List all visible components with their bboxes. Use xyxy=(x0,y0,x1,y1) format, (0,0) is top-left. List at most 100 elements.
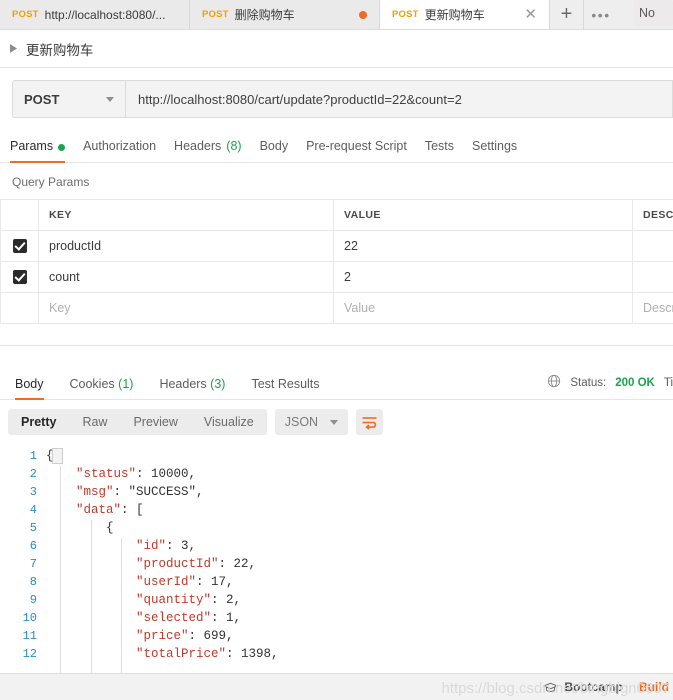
code-lines-container: 1 {2 "status": 10000, 3 "msg": "SUCCESS", 4… xyxy=(0,447,673,663)
code-text: "selected": 1, xyxy=(136,611,242,625)
param-description-cell[interactable] xyxy=(632,230,673,262)
param-description-cell[interactable] xyxy=(632,261,673,293)
tab-settings[interactable]: Settings xyxy=(468,139,531,162)
tab-body[interactable]: Body xyxy=(256,139,303,162)
code-line: 5 { xyxy=(0,519,673,537)
chevron-right-icon[interactable]: ▶ xyxy=(10,42,17,56)
tab-title: 删除购物车 xyxy=(234,8,295,22)
line-number: 3 xyxy=(29,485,37,499)
tab-label: Settings xyxy=(472,139,518,153)
request-tab-3[interactable]: POST 更新购物车 ✕ xyxy=(380,0,550,29)
tab-method-label: POST xyxy=(392,9,419,20)
param-value-cell[interactable]: 22 xyxy=(333,230,633,262)
format-label: JSON xyxy=(284,415,319,429)
line-number: 2 xyxy=(29,467,37,481)
tab-label: Headers xyxy=(159,377,207,391)
line-number: 10 xyxy=(22,611,37,625)
tab-pre-request-script[interactable]: Pre-request Script xyxy=(302,139,421,162)
tab-method-label: POST xyxy=(12,9,39,20)
tab-method-label: POST xyxy=(202,9,229,20)
code-line: 4 "data": [ xyxy=(0,501,673,519)
ellipsis-icon[interactable]: ••• xyxy=(584,0,618,29)
checkbox-checked-icon[interactable] xyxy=(12,270,27,285)
http-method-select[interactable]: POST xyxy=(12,80,125,118)
indent-guide xyxy=(91,520,92,676)
param-key-cell[interactable]: count xyxy=(38,261,334,293)
param-value-cell[interactable]: 2 xyxy=(333,261,633,293)
tab-label: Headers xyxy=(174,139,222,153)
response-body-code[interactable]: 1 {2 "status": 10000, 3 "msg": "SUCCESS", 4… xyxy=(0,444,673,676)
request-tab-2[interactable]: POST 删除购物车 xyxy=(190,0,380,29)
query-params-label: Query Params xyxy=(12,175,90,189)
tab-label: Tests xyxy=(424,139,454,153)
code-text: { xyxy=(46,521,114,535)
tab-response-cookies[interactable]: Cookies (1) xyxy=(57,377,147,399)
tab-title: 更新购物车 xyxy=(424,8,485,22)
param-key-placeholder[interactable]: Key xyxy=(38,292,334,324)
pane-splitter[interactable] xyxy=(0,345,673,369)
tab-authorization[interactable]: Authorization xyxy=(79,139,170,162)
code-text: "msg": "SUCCESS", xyxy=(76,485,204,499)
request-tab-1[interactable]: POST http://localhost:8080/... xyxy=(0,0,190,29)
header-checkbox-cell xyxy=(0,199,39,231)
unsaved-dot-icon xyxy=(359,10,367,19)
line-number: 1 xyxy=(29,449,37,463)
code-fold-marker[interactable] xyxy=(52,448,63,464)
param-key-cell[interactable]: productId xyxy=(38,230,334,262)
tab-params[interactable]: Params xyxy=(10,139,79,163)
row-checkbox-cell[interactable] xyxy=(0,230,39,262)
response-meta: Status: 200 OK Ti xyxy=(547,374,673,399)
code-text: "quantity": 2, xyxy=(136,593,242,607)
table-row[interactable]: productId 22 xyxy=(0,230,673,262)
code-text: "price": 699, xyxy=(136,629,234,643)
view-mode-visualize[interactable]: Visualize xyxy=(191,409,267,435)
tab-test-results[interactable]: Test Results xyxy=(238,377,332,399)
tab-tests[interactable]: Tests xyxy=(421,139,468,162)
table-row[interactable]: count 2 xyxy=(0,261,673,293)
status-bar: https://blog.csdn.net/bingbign0607 Bootc… xyxy=(0,673,673,700)
line-number: 8 xyxy=(29,575,37,589)
close-icon[interactable]: ✕ xyxy=(524,7,537,22)
column-header-description: DESCRI xyxy=(632,199,673,231)
build-link[interactable]: Build xyxy=(639,680,669,694)
new-tab-button[interactable]: + xyxy=(550,0,584,29)
table-row-empty[interactable]: Key Value Descri xyxy=(0,292,673,324)
param-value-placeholder[interactable]: Value xyxy=(333,292,633,324)
line-number: 12 xyxy=(22,647,37,661)
line-number: 11 xyxy=(22,629,37,643)
tab-badge: (8) xyxy=(226,139,242,153)
param-description-placeholder[interactable]: Descri xyxy=(632,292,673,324)
tab-bar: POST http://localhost:8080/... POST 删除购物… xyxy=(0,0,673,30)
globe-icon[interactable] xyxy=(547,374,561,391)
view-mode-preview[interactable]: Preview xyxy=(120,409,190,435)
tab-headers[interactable]: Headers (8) xyxy=(170,139,256,162)
wrap-lines-button[interactable] xyxy=(356,409,384,435)
code-text: "totalPrice": 1398, xyxy=(136,647,279,661)
checkbox-checked-icon[interactable] xyxy=(12,239,27,254)
bootcamp-button[interactable]: Bootcamp xyxy=(543,680,623,694)
tab-label: Pre-request Script xyxy=(306,139,407,153)
tab-label: Body xyxy=(259,139,289,153)
code-line: 2 "status": 10000, xyxy=(0,465,673,483)
graduation-cap-icon xyxy=(543,682,559,692)
view-mode-pretty[interactable]: Pretty xyxy=(8,409,69,435)
code-text: "status": 10000, xyxy=(76,467,197,481)
request-tabs: Params Authorization Headers (8) Body Pr… xyxy=(0,130,673,163)
tab-label: Params xyxy=(10,139,54,153)
tab-response-body[interactable]: Body xyxy=(2,377,57,400)
tab-badge: (3) xyxy=(210,377,226,391)
tab-response-headers[interactable]: Headers (3) xyxy=(146,377,238,399)
chevron-down-icon xyxy=(106,96,114,102)
indent-guide xyxy=(60,466,61,676)
params-active-dot-icon xyxy=(58,144,66,151)
environment-selector[interactable]: No xyxy=(633,0,673,26)
view-mode-raw[interactable]: Raw xyxy=(69,409,120,435)
line-number: 4 xyxy=(29,503,37,517)
url-input[interactable]: http://localhost:8080/cart/update?produc… xyxy=(125,80,673,118)
tab-badge: (1) xyxy=(118,377,134,391)
column-header-value: VALUE xyxy=(333,199,633,231)
http-method-label: POST xyxy=(24,91,60,107)
format-select[interactable]: JSON xyxy=(274,409,349,435)
splitter-line xyxy=(0,345,673,346)
row-checkbox-cell[interactable] xyxy=(0,261,39,293)
